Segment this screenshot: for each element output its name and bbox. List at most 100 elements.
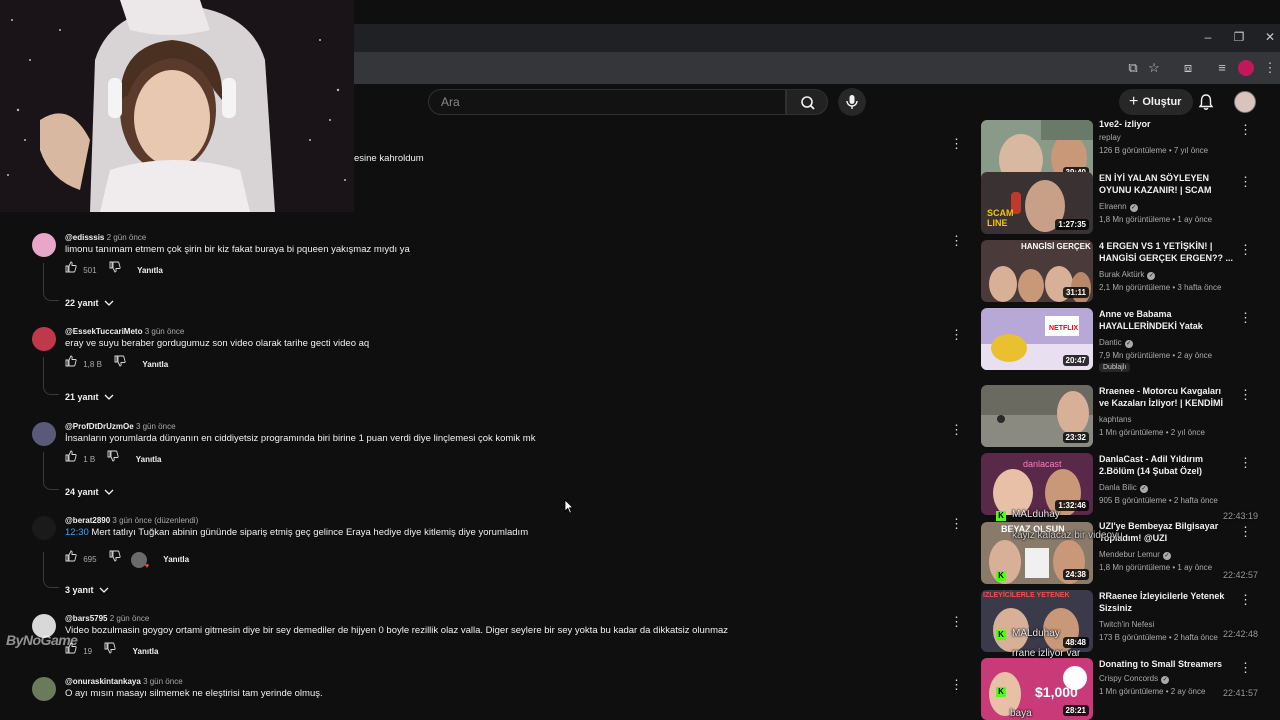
extensions-icon[interactable]: ⧈	[1180, 60, 1196, 76]
thumbs-down-icon[interactable]	[107, 450, 120, 462]
comment-avatar[interactable]	[32, 233, 56, 257]
reply-button[interactable]: Yanıtla	[163, 555, 189, 564]
video-thumbnail[interactable]: İZLEYİCİLERLE YETENEK 48:48	[981, 590, 1093, 652]
comment-time[interactable]: 2 gün önce	[107, 233, 147, 242]
replies-toggle[interactable]: 3 yanıt	[65, 585, 109, 595]
video-more-icon[interactable]: ⋮	[1239, 310, 1252, 326]
comment-author[interactable]: @edisssis	[65, 233, 104, 242]
reply-button[interactable]: Yanıtla	[133, 647, 159, 656]
comment-avatar[interactable]	[32, 516, 56, 540]
thumbs-up-icon[interactable]	[65, 550, 77, 562]
comment-avatar[interactable]	[32, 677, 56, 701]
comment-more-icon[interactable]: ⋮	[950, 677, 963, 693]
thread-connector	[43, 291, 59, 301]
notifications-bell-icon[interactable]	[1196, 92, 1216, 112]
account-avatar[interactable]	[1234, 91, 1256, 113]
search-input[interactable]: Ara	[428, 89, 786, 115]
thumbs-down-icon[interactable]	[109, 550, 121, 562]
video-title[interactable]: Anne ve Babama HAYALLERİNDEKİ Yatak Odas…	[1099, 308, 1233, 334]
video-title[interactable]: RRaenee İzleyicilerle Yetenek Sizsiniz	[1099, 590, 1233, 614]
video-title[interactable]: 4 ERGEN VS 1 YETİŞKİN! | HANGİSİ GERÇEK …	[1099, 240, 1233, 264]
video-more-icon[interactable]: ⋮	[1239, 122, 1252, 138]
replies-toggle[interactable]: 24 yanıt	[65, 487, 114, 497]
comment-time[interactable]: 3 gün önce	[136, 422, 176, 431]
comment-time[interactable]: 3 gün önce	[143, 677, 183, 686]
thumbs-up-icon[interactable]	[65, 261, 77, 273]
comment-more-icon[interactable]: ⋮	[950, 136, 963, 152]
comment-avatar[interactable]	[32, 327, 56, 351]
video-more-icon[interactable]: ⋮	[1239, 242, 1252, 258]
reply-button[interactable]: Yanıtla	[137, 266, 163, 275]
video-more-icon[interactable]: ⋮	[1239, 455, 1252, 471]
chat-timestamp: 22:42:48	[1223, 629, 1259, 639]
restore-icon[interactable]: ❐	[1224, 30, 1254, 44]
channel-name[interactable]: Twitch'in Nefesi	[1099, 620, 1154, 629]
replies-toggle[interactable]: 21 yanıt	[65, 392, 114, 402]
media-controls-icon[interactable]: ≡	[1214, 60, 1230, 76]
recommended-video[interactable]: danlacast 1:32:46 DanlaCast - Adil Yıldı…	[981, 453, 1261, 517]
reply-button[interactable]: Yanıtla	[136, 455, 162, 464]
video-more-icon[interactable]: ⋮	[1239, 592, 1252, 608]
channel-name[interactable]: Burak Aktürk ✓	[1099, 270, 1156, 280]
channel-name[interactable]: Dantic ✓	[1099, 338, 1133, 348]
comment-more-icon[interactable]: ⋮	[950, 614, 963, 630]
comment-more-icon[interactable]: ⋮	[950, 422, 963, 438]
comment-time[interactable]: 3 gün önce (düzenlendi)	[112, 516, 198, 525]
video-more-icon[interactable]: ⋮	[1239, 174, 1252, 190]
comment-author[interactable]: @bars5795	[65, 614, 108, 623]
video-thumbnail[interactable]: HANGİSİ GERÇEK 31:11	[981, 240, 1093, 302]
channel-name[interactable]: replay	[1099, 133, 1121, 142]
comment-avatar[interactable]	[32, 422, 56, 446]
video-title[interactable]: Donating to Small Streamers	[1099, 658, 1233, 670]
video-title[interactable]: Rraenee - Motorcu Kavgaları ve Kazaları …	[1099, 385, 1233, 411]
search-button[interactable]	[786, 89, 828, 115]
channel-name[interactable]: Danla Bilic ✓	[1099, 483, 1148, 493]
thumbs-down-icon[interactable]	[114, 355, 126, 367]
close-icon[interactable]: ✕	[1255, 30, 1280, 44]
recommended-video[interactable]: SCAM LINE 1:27:35 EN İYİ YALAN SÖYLEYEN O…	[981, 172, 1261, 236]
thumbs-down-icon[interactable]	[109, 261, 121, 273]
install-app-icon[interactable]: ⧉	[1125, 60, 1141, 76]
recommended-video[interactable]: NETFLIX 20:47 Anne ve Babama HAYALLERİND…	[981, 308, 1261, 372]
voice-search-button[interactable]	[838, 88, 866, 116]
comment-more-icon[interactable]: ⋮	[950, 233, 963, 249]
minimize-icon[interactable]: –	[1193, 30, 1223, 44]
comment-author[interactable]: @onuraskintankaya	[65, 677, 141, 686]
comment-author[interactable]: @EssekTuccariMeto	[65, 327, 142, 336]
channel-name[interactable]: Elraenn ✓	[1099, 202, 1138, 212]
channel-name[interactable]: Mendebur Lemur ✓	[1099, 550, 1171, 560]
comment-author[interactable]: @ProfDtDrUzmOe	[65, 422, 134, 431]
comment-time[interactable]: 2 gün önce	[110, 614, 150, 623]
video-title[interactable]: DanlaCast - Adil Yıldırım 2.Bölüm (14 Şu…	[1099, 453, 1233, 477]
video-thumbnail[interactable]: danlacast 1:32:46	[981, 453, 1093, 515]
create-button[interactable]: + Oluştur	[1119, 89, 1194, 115]
chat-message: baya	[1010, 708, 1032, 719]
video-thumbnail[interactable]: SCAM LINE 1:27:35	[981, 172, 1093, 234]
recommended-video[interactable]: İZLEYİCİLERLE YETENEK 48:48 RRaenee İzle…	[981, 590, 1261, 654]
comment-author[interactable]: @berat2890	[65, 516, 110, 525]
channel-name[interactable]: kaphtans	[1099, 415, 1131, 424]
thumbs-up-icon[interactable]	[65, 450, 77, 462]
timestamp-link[interactable]: 12:30	[65, 527, 89, 538]
bookmark-star-icon[interactable]: ☆	[1146, 60, 1162, 76]
channel-name[interactable]: Crispy Concords ✓	[1099, 674, 1170, 684]
profile-icon[interactable]	[1238, 60, 1254, 76]
replies-toggle[interactable]: 22 yanıt	[65, 298, 114, 308]
comment-item: @EssekTuccariMeto 3 gün önce eray ve suy…	[30, 327, 970, 407]
video-title[interactable]: 1ve2- izliyor	[1099, 118, 1233, 130]
browser-menu-icon[interactable]: ⋮	[1262, 60, 1278, 76]
video-thumbnail[interactable]: 23:32	[981, 385, 1093, 447]
video-more-icon[interactable]: ⋮	[1239, 387, 1252, 403]
video-more-icon[interactable]: ⋮	[1239, 524, 1252, 540]
video-thumbnail[interactable]: NETFLIX 20:47	[981, 308, 1093, 370]
comment-more-icon[interactable]: ⋮	[950, 327, 963, 343]
comment-more-icon[interactable]: ⋮	[950, 516, 963, 532]
recommended-video[interactable]: HANGİSİ GERÇEK 31:11 4 ERGEN VS 1 YETİŞK…	[981, 240, 1261, 304]
recommended-video[interactable]: 23:32 Rraenee - Motorcu Kavgaları ve Kaz…	[981, 385, 1261, 449]
reply-button[interactable]: Yanıtla	[142, 360, 168, 369]
video-more-icon[interactable]: ⋮	[1239, 660, 1252, 676]
thumbs-up-icon[interactable]	[65, 355, 77, 367]
video-title[interactable]: EN İYİ YALAN SÖYLEYEN OYUNU KAZANIR! | S…	[1099, 172, 1233, 198]
comment-time[interactable]: 3 gün önce	[145, 327, 185, 336]
thumbs-down-icon[interactable]	[104, 642, 116, 654]
